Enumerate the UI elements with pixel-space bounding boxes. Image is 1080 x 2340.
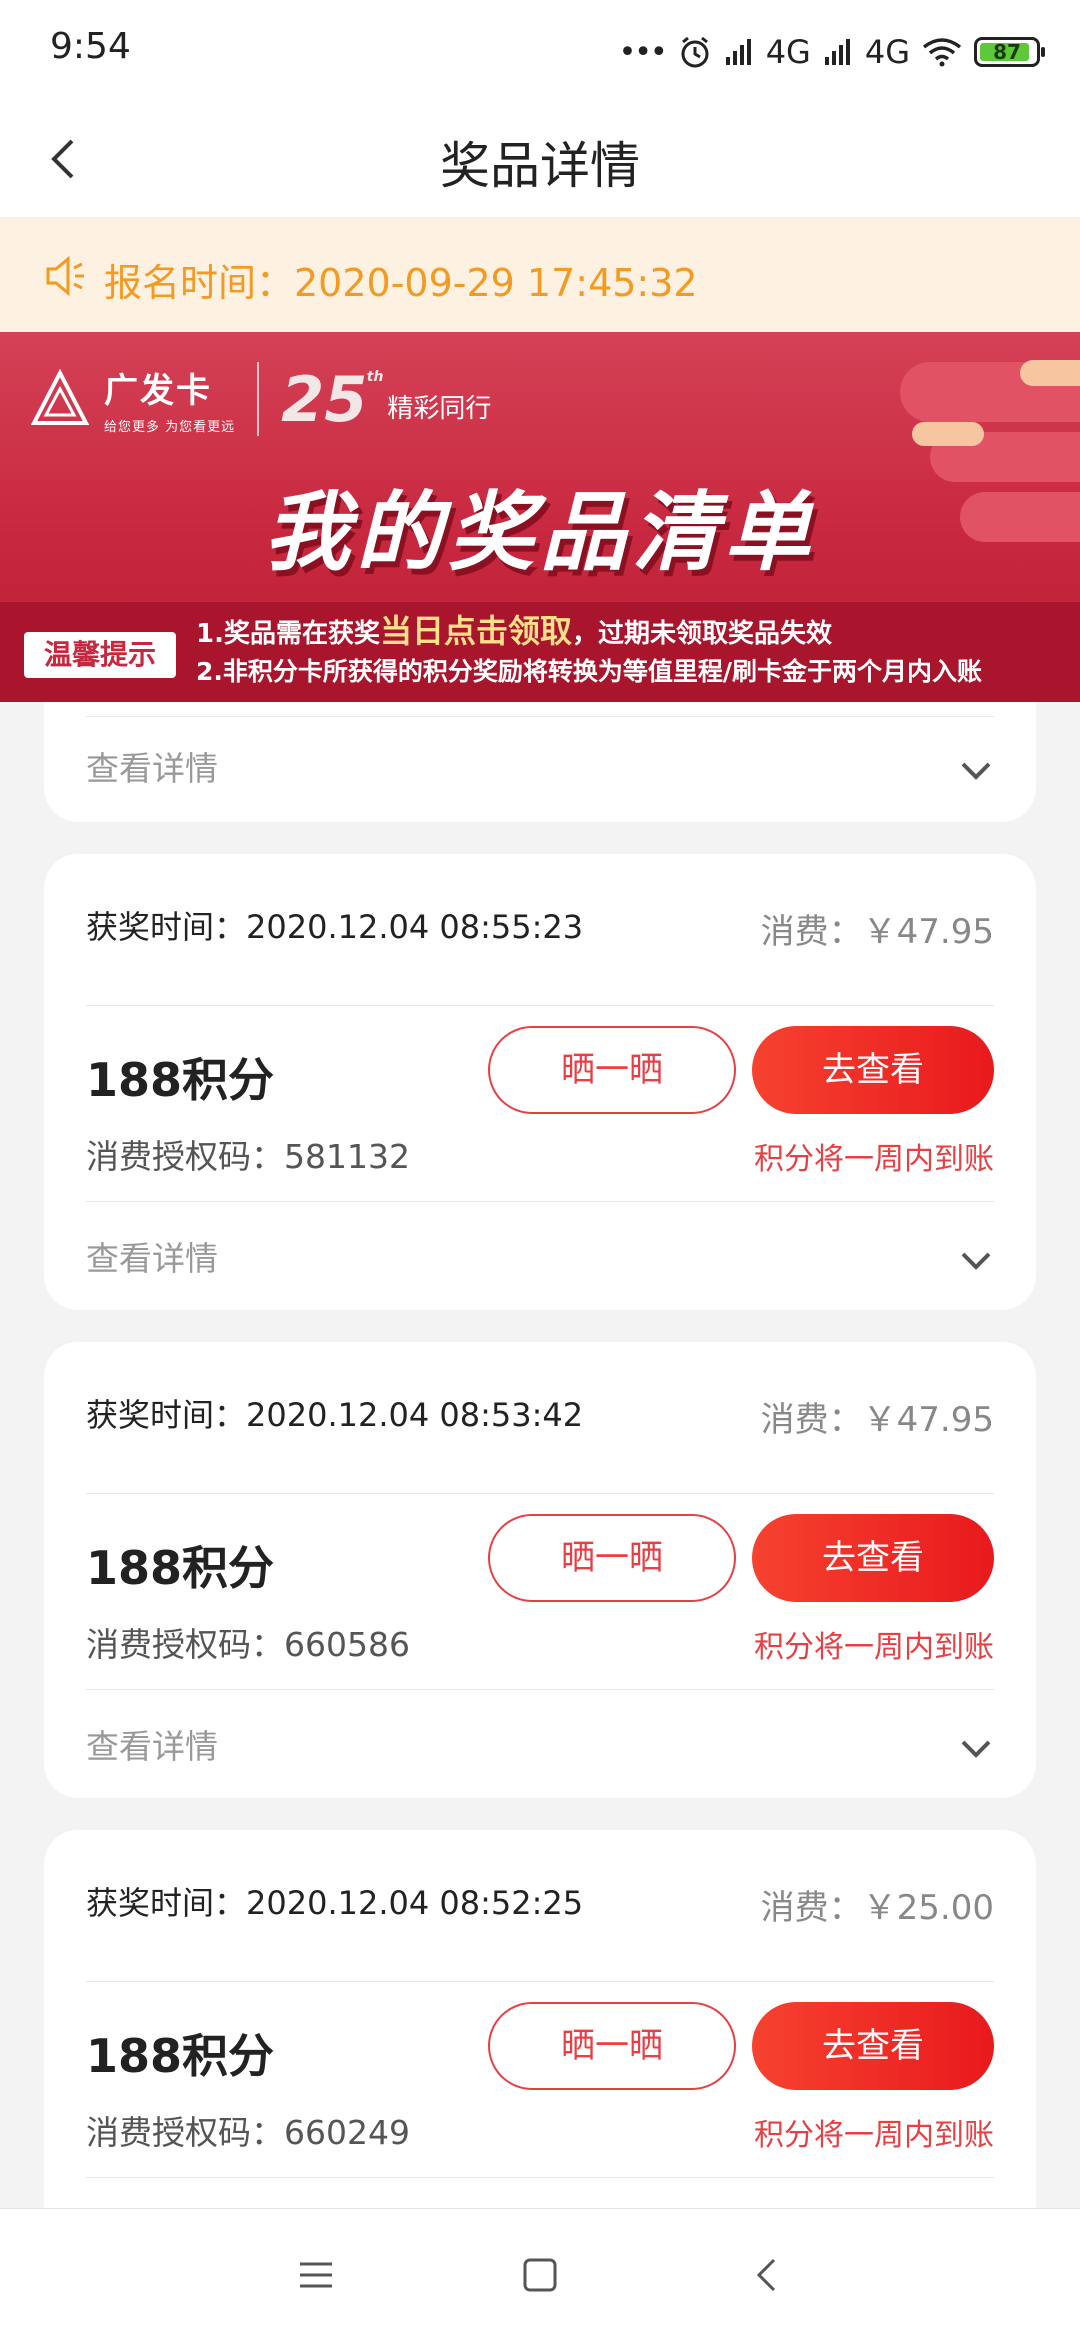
registration-notice: 报名时间：2020-09-29 17:45:32	[0, 218, 1080, 332]
prize-card: 获奖时间：2020.12.04 08:52:25 消费：￥25.00 188积分…	[44, 1830, 1036, 2250]
network-type-2: 4G	[864, 33, 910, 71]
spend-amount: 消费：￥47.95	[760, 912, 994, 952]
tip-line-2: 2.非积分卡所获得的积分奖励将转换为等值里程/刷卡金于两个月内入账	[196, 657, 983, 686]
view-button[interactable]: 去查看	[752, 1026, 994, 1114]
system-back-button[interactable]	[740, 2249, 792, 2301]
status-bar: 9:54 ••• 4G 4G 87	[0, 0, 1080, 100]
alarm-icon	[681, 36, 709, 68]
battery-icon: 87	[974, 37, 1045, 67]
page-title: 奖品详情	[440, 137, 640, 195]
award-time: 获奖时间：2020.12.04 08:53:42	[86, 1396, 584, 1434]
prize-points: 188积分	[86, 1053, 275, 1107]
view-details-link[interactable]: 查看详情	[86, 1232, 218, 1280]
home-square-icon	[523, 2258, 557, 2292]
view-details-link[interactable]: 查看详情	[86, 742, 218, 790]
award-time: 获奖时间：2020.12.04 08:55:23	[86, 908, 584, 946]
share-button[interactable]: 晒一晒	[488, 1514, 736, 1602]
chevron-down-icon[interactable]	[958, 752, 994, 788]
network-type-1: 4G	[765, 33, 811, 71]
prize-card: 获奖时间：2020.12.04 08:55:23 消费：￥47.95 188积分…	[44, 854, 1036, 1310]
menu-button[interactable]	[290, 2249, 342, 2301]
prize-card: 获奖时间：2020.12.04 08:53:42 消费：￥47.95 188积分…	[44, 1342, 1036, 1798]
auth-code: 消费授权码：581132	[86, 1137, 410, 1176]
header-bar: 奖品详情	[0, 100, 1080, 218]
brand-slogan: 给您更多 为您看更远	[104, 420, 236, 435]
prize-points: 188积分	[86, 1541, 275, 1595]
status-icons: ••• 4G 4G 87	[618, 30, 1045, 74]
award-time: 获奖时间：2020.12.04 08:52:25	[86, 1884, 584, 1922]
share-button[interactable]: 晒一晒	[488, 2002, 736, 2090]
system-nav-bar	[0, 2208, 1080, 2340]
brand-name: 广发卡	[104, 371, 212, 411]
brand-logo: 广发卡 给您更多 为您看更远 25th 精彩同行	[30, 362, 491, 436]
prize-points: 188积分	[86, 2029, 275, 2083]
anniversary-text: 精彩同行	[387, 393, 492, 424]
auth-code: 消费授权码：660249	[86, 2113, 410, 2152]
signal-icon-2	[824, 39, 850, 65]
back-triangle-icon	[756, 2258, 776, 2292]
spend-amount: 消费：￥25.00	[760, 1888, 994, 1928]
auth-code: 消费授权码：660586	[86, 1625, 410, 1664]
view-details-link[interactable]: 查看详情	[86, 1720, 218, 1768]
view-button[interactable]: 去查看	[752, 1514, 994, 1602]
battery-level: 87	[993, 40, 1021, 64]
home-button[interactable]	[514, 2249, 566, 2301]
arrival-note: 积分将一周内到账	[754, 2118, 994, 2153]
view-button[interactable]: 去查看	[752, 2002, 994, 2090]
registration-time: 报名时间：2020-09-29 17:45:32	[104, 261, 698, 305]
share-button[interactable]: 晒一晒	[488, 1026, 736, 1114]
menu-icon	[300, 2262, 332, 2288]
banner-title: 我的奖品清单	[264, 483, 816, 583]
tips-strip: 温馨提示 1.奖品需在获奖当日点击领取，过期未领取奖品失效 2.非积分卡所获得的…	[0, 602, 1080, 702]
speaker-icon	[46, 255, 84, 297]
prize-card-partial: 查看详情	[44, 702, 1036, 822]
more-dots-icon: •••	[618, 34, 668, 70]
chevron-down-icon[interactable]	[958, 1730, 994, 1766]
logo-triangle-icon	[30, 369, 90, 425]
prize-banner: 广发卡 给您更多 为您看更远 25th 精彩同行 我的奖品清单 温馨提示 1.奖…	[0, 332, 1080, 702]
tip-line-1: 1.奖品需在获奖当日点击领取，过期未领取奖品失效	[196, 612, 832, 650]
arrival-note: 积分将一周内到账	[754, 1630, 994, 1665]
arrival-note: 积分将一周内到账	[754, 1142, 994, 1177]
status-time: 9:54	[50, 26, 131, 67]
wifi-icon	[922, 38, 962, 67]
anniversary-number: 25th	[281, 362, 384, 436]
spend-amount: 消费：￥47.95	[760, 1400, 994, 1440]
chevron-down-icon[interactable]	[958, 1242, 994, 1278]
tips-badge: 温馨提示	[24, 632, 176, 678]
signal-icon	[725, 39, 751, 65]
